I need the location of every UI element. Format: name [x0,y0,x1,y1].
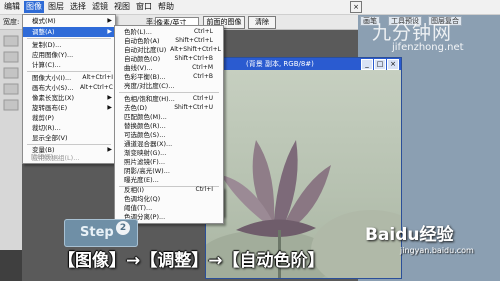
watermark-site-name: 九分钟网 [372,22,453,44]
menu-layer[interactable]: 图层 [46,1,66,13]
instruction-caption: 【图像】→【调整】→【自动色阶】 [58,251,325,271]
step-label: Step [80,225,114,240]
menu-item-pixel-aspect[interactable]: 像素长宽比(X) ▶ [23,93,115,103]
menu-view[interactable]: 视图 [112,1,132,13]
lotus-image [206,140,401,278]
menu-item-trim[interactable]: 裁切(R)... [23,123,115,133]
menu-item-label: 陷印(T)... [31,153,60,161]
image-menu: 模式(M) ▶ 调整(A) ▶ 复制(D)... 应用图像(Y)... 计算(C).… [22,14,116,164]
menu-item-apply-image[interactable]: 应用图像(Y)... [23,50,115,60]
menu-item-mode[interactable]: 模式(M) ▶ [23,16,115,26]
menu-item-label: 调整(A) [32,28,55,36]
menu-separator [119,92,219,93]
minimize-icon[interactable]: _ [361,59,373,70]
maximize-icon[interactable]: □ [374,59,386,70]
menu-item-label: 图像大小(I)... [32,74,72,82]
menu-item-label: 画布大小(S)... [32,84,74,92]
menu-item-label: 裁剪(P) [32,114,54,122]
menu-item-brightness-contrast[interactable]: 亮度/对比度(C)... [115,81,223,91]
menu-item-rotate-canvas[interactable]: 旋转画布(E) ▶ [23,103,115,113]
menu-item-image-size[interactable]: 图像大小(I)... Alt+Ctrl+I [23,73,115,83]
menu-item-shortcut: Alt+Ctrl+I [82,74,113,81]
menu-item-label: 模式(M) [32,17,56,25]
menu-item-canvas-size[interactable]: 画布大小(S)... Alt+Ctrl+C [23,83,115,93]
menu-help[interactable]: 帮助 [156,1,176,13]
close-icon[interactable]: × [387,59,399,70]
menu-item-exposure[interactable]: 曝光度(E)... [115,175,223,185]
toolbox [0,30,23,250]
submenu-arrow-icon: ▶ [107,17,112,24]
menu-separator [27,38,111,39]
step-badge: Step 2 [64,219,138,247]
menu-item-label: 像素长宽比(X) [32,94,75,102]
submenu-arrow-icon: ▶ [107,28,112,35]
menu-image[interactable]: 图像 [24,1,44,13]
lotus-photo [206,70,401,278]
width-label: 宽度: [3,18,20,26]
tool-icons [3,35,19,111]
submenu-arrow-icon: ▶ [107,94,112,101]
submenu-arrow-icon: ▶ [107,104,112,111]
watermark-site-url: jifenzhong.net [392,42,464,53]
menu-edit[interactable]: 编辑 [2,1,22,13]
menu-item-adjustments[interactable]: 调整(A) ▶ [23,27,115,37]
menu-item-calculations[interactable]: 计算(C)... [23,60,115,70]
menu-separator [27,71,111,72]
menu-item-crop[interactable]: 裁剪(P) [23,113,115,123]
menu-filter[interactable]: 滤镜 [90,1,110,13]
menu-item-label: 裁切(R)... [32,124,61,132]
clear-button[interactable]: 清除 [248,16,276,29]
step-number: 2 [116,221,130,235]
baidu-url: jingyan.baidu.com [400,246,474,255]
menu-item-reveal-all[interactable]: 显示全部(V) [23,133,115,143]
menu-window[interactable]: 窗口 [134,1,154,13]
baidu-jingyan-logo: Baidu经验 [365,225,454,245]
menu-item-trap[interactable]: 陷印(T)... [22,152,114,162]
menu-item-label: 应用图像(Y)... [32,51,74,59]
menu-item-duplicate[interactable]: 复制(D)... [23,40,115,50]
menu-item-label: 复制(D)... [32,41,62,49]
menu-item-shortcut: Alt+Ctrl+C [79,84,113,91]
menu-item-label: 亮度/对比度(C)... [124,82,175,90]
close-icon[interactable]: × [350,1,362,13]
menubar: 编辑 图像 图层 选择 滤镜 视图 窗口 帮助 × [0,0,500,15]
menu-item-label: 旋转画布(E) [32,104,68,112]
menu-item-label: 显示全部(V) [32,134,68,142]
menu-select[interactable]: 选择 [68,1,88,13]
menu-item-label: 计算(C)... [32,61,61,69]
menu-item-label: 曝光度(E)... [124,176,159,184]
